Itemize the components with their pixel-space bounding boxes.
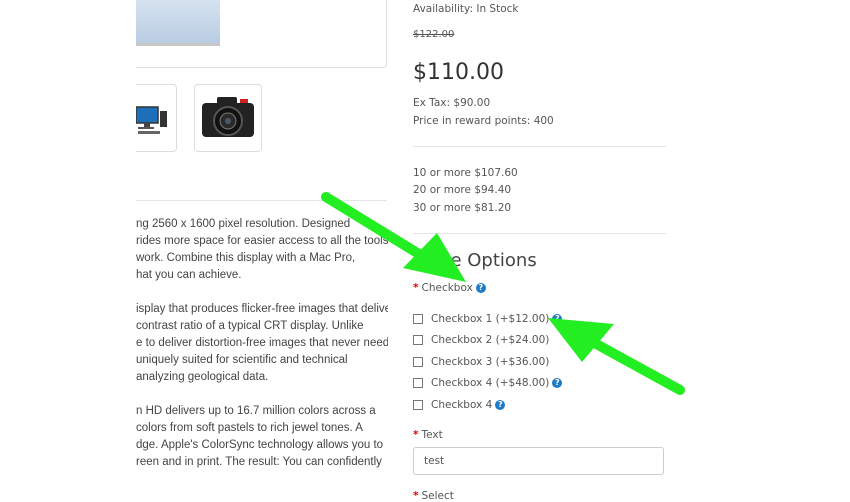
discount-line: 20 or more $94.40 (413, 184, 512, 196)
price: $110.00 (413, 60, 504, 85)
checkbox[interactable] (413, 357, 423, 367)
required-mark: * (413, 490, 419, 502)
main-product-image[interactable] (136, 0, 387, 68)
monitor-image (136, 0, 220, 46)
divider (413, 233, 666, 234)
reward-points: Price in reward points: 400 (413, 115, 554, 127)
checkbox-option-3[interactable]: Checkbox 3 (+$36.00) (413, 355, 549, 369)
checkbox[interactable] (413, 335, 423, 345)
divider (413, 146, 666, 147)
old-price: $122.00 (413, 29, 455, 40)
checkbox[interactable] (413, 378, 423, 388)
checkbox[interactable] (413, 314, 423, 324)
help-icon[interactable]: ? (475, 283, 486, 293)
discount-line: 10 or more $107.60 (413, 167, 518, 179)
text-field-label: * Text (413, 429, 443, 441)
checkbox-group-label: * Checkbox? (413, 282, 486, 294)
thumbnail-camera[interactable] (194, 84, 262, 152)
select-label: * Select (413, 490, 454, 502)
text-input[interactable] (413, 447, 664, 475)
description-paragraph: n HD delivers up to 16.7 million colors … (136, 405, 384, 468)
product-description: ng 2560 x 1600 pixel resolution. Designe… (136, 216, 388, 488)
computer-icon (135, 106, 167, 134)
help-icon[interactable]: ? (552, 378, 563, 388)
divider (136, 200, 387, 201)
checkbox[interactable] (413, 400, 423, 410)
description-paragraph: isplay that produces flicker-free images… (136, 303, 388, 383)
description-paragraph: ng 2560 x 1600 pixel resolution. Designe… (136, 218, 388, 281)
checkbox-option-2[interactable]: Checkbox 2 (+$24.00) (413, 333, 549, 347)
checkbox-option-4[interactable]: Checkbox 4 (+$48.00)? (413, 376, 563, 390)
thumbnail-computer[interactable] (135, 84, 177, 152)
camera-icon (202, 97, 254, 137)
discount-line: 30 or more $81.20 (413, 202, 512, 214)
options-heading: ilable Options (413, 250, 537, 271)
availability: Availability: In Stock (413, 3, 519, 15)
ex-tax: Ex Tax: $90.00 (413, 97, 491, 109)
help-icon[interactable]: ? (495, 400, 506, 410)
arrow-icon (548, 318, 685, 395)
required-mark: * (413, 282, 419, 294)
checkbox-option-1[interactable]: Checkbox 1 (+$12.00)? (413, 312, 563, 326)
required-mark: * (413, 429, 419, 441)
help-icon[interactable]: ? (552, 314, 563, 324)
checkbox-option-5[interactable]: Checkbox 4? (413, 398, 506, 412)
